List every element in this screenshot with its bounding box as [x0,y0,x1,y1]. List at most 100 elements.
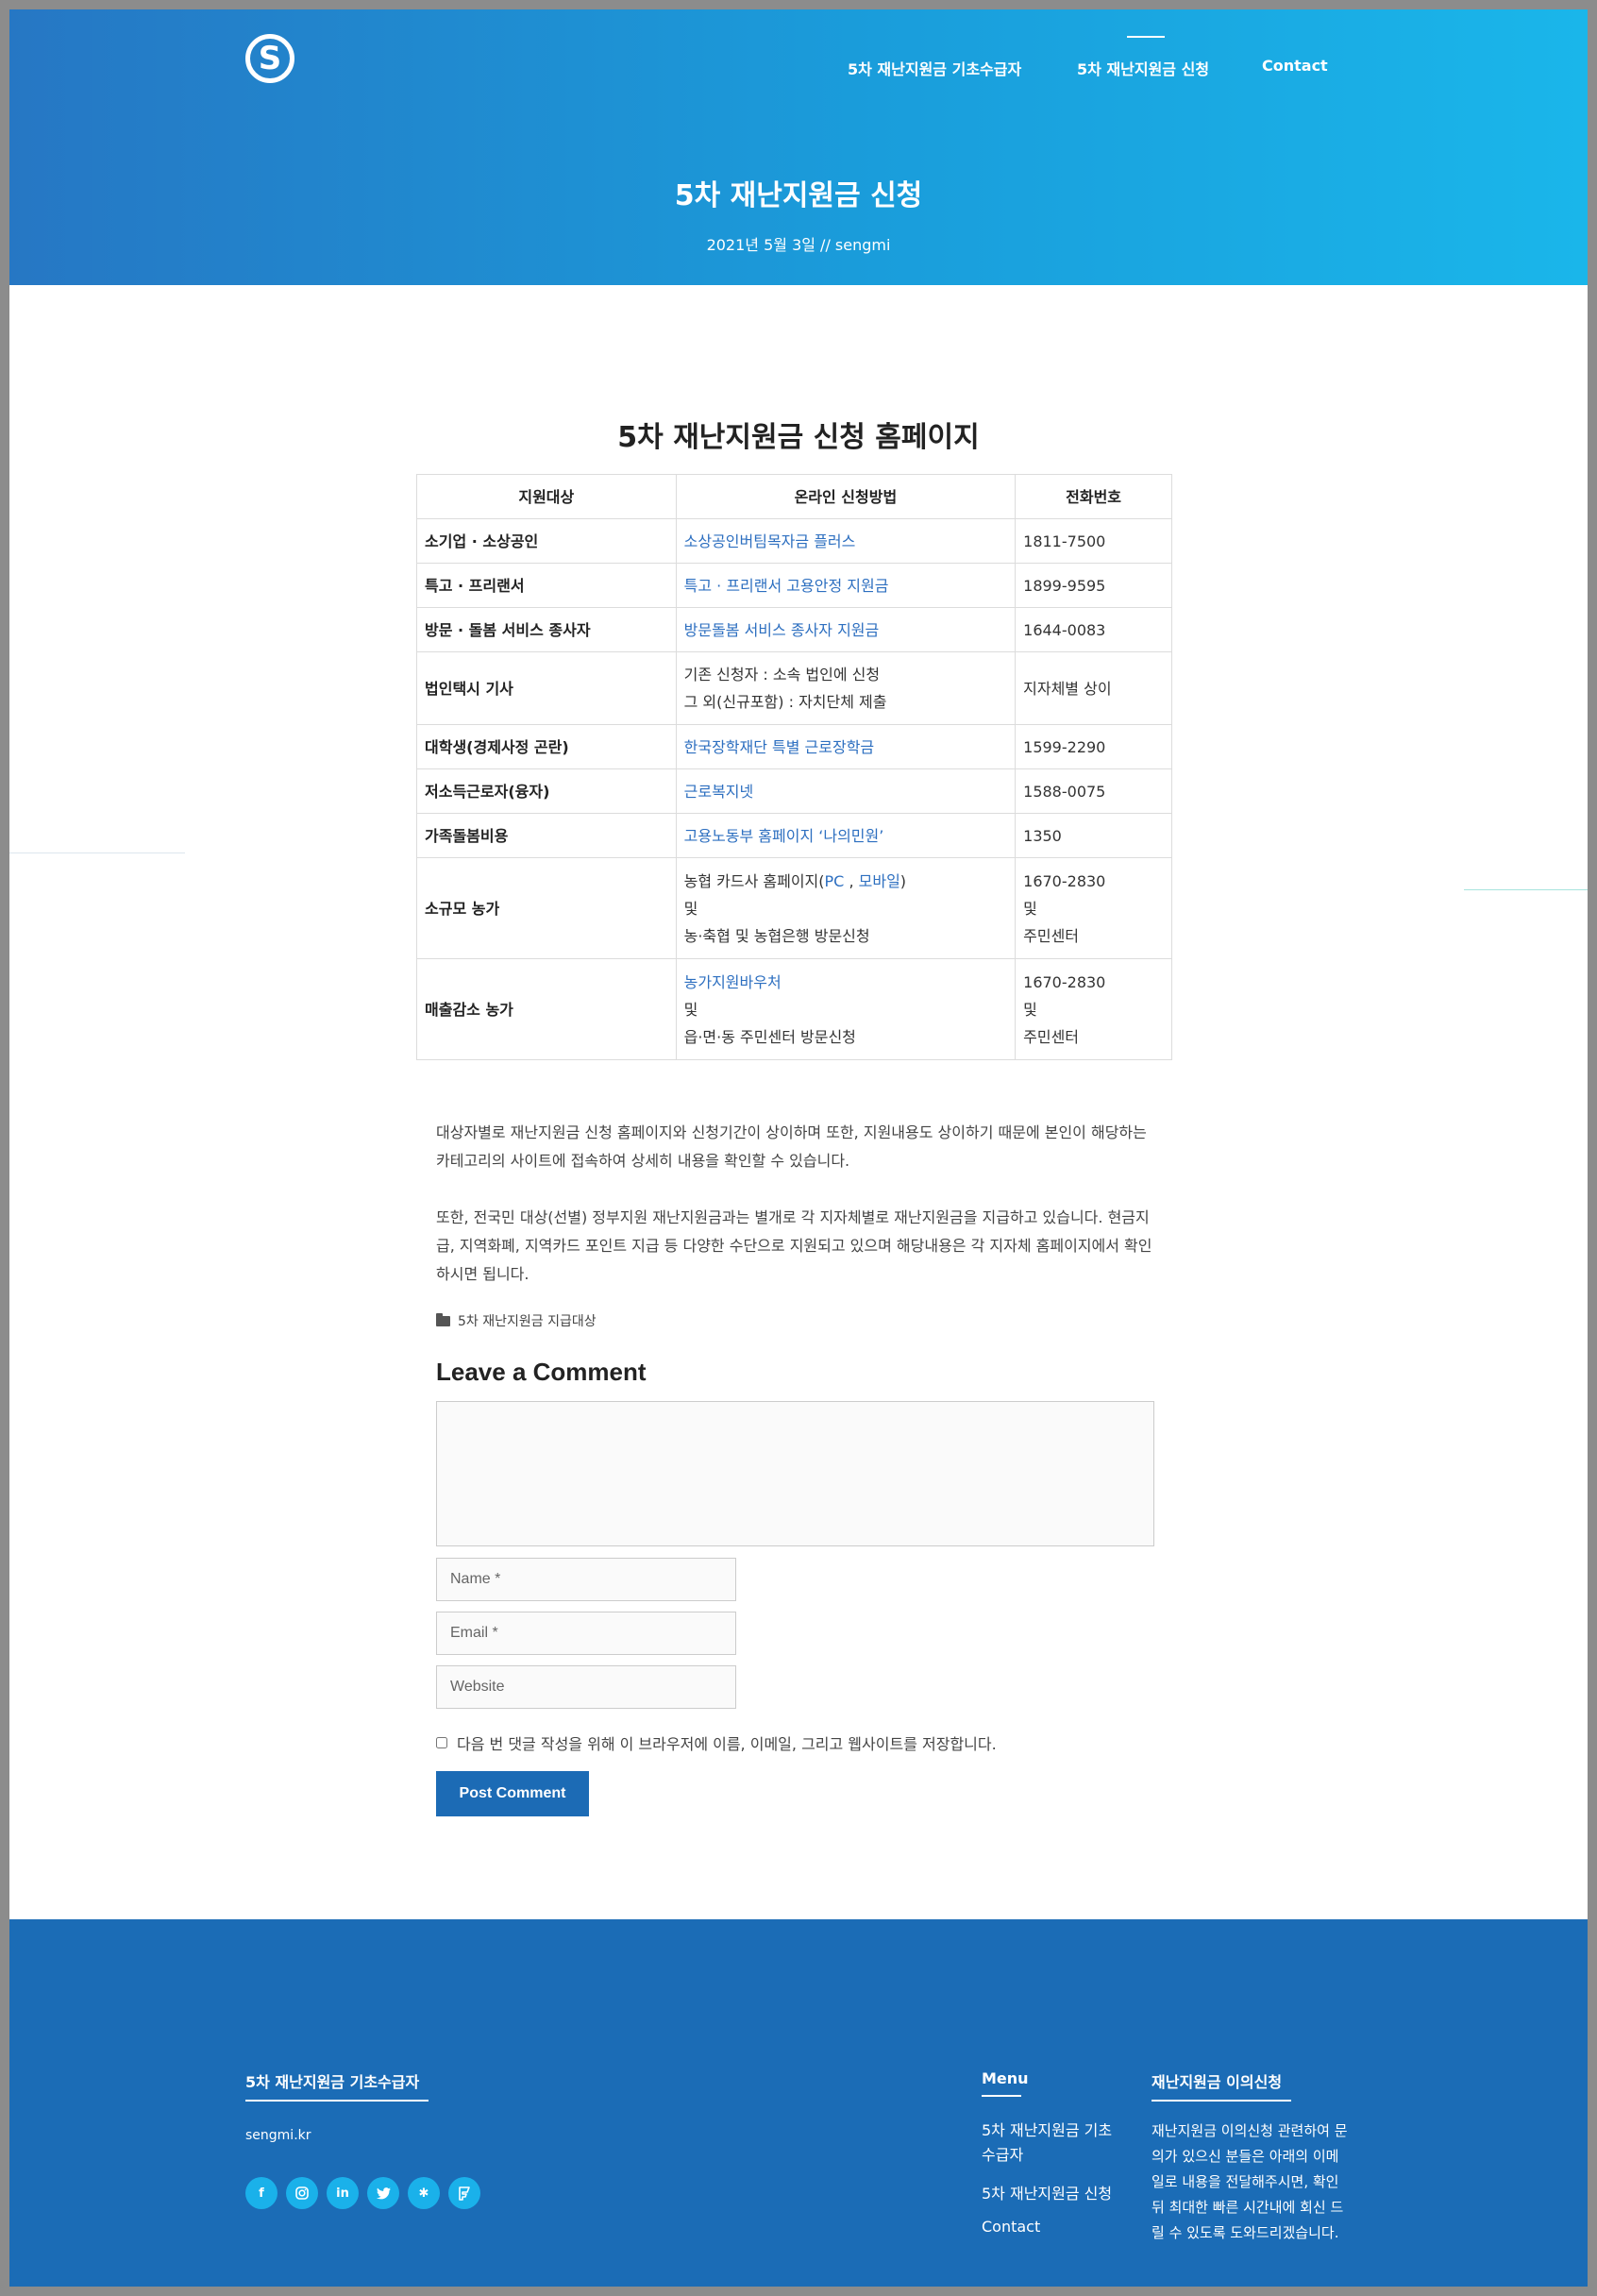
method-line: 농협 카드사 홈페이지(PC , 모바일) [684,868,1008,895]
footer-menu-item[interactable]: 5차 재난지원금 신청 [982,2182,1114,2206]
target-cell: 방문 · 돌봄 서비스 종사자 [416,607,677,652]
target-cell: 가족돌봄비용 [416,813,677,858]
phone-cell: 1588-0075 [1015,768,1172,814]
footer-col3-title-text: 재난지원금 이의신청 [1152,2073,1283,2091]
table-row: 소기업 · 소상공인 소상공인버팀목자금 플러스 1811-7500 [416,518,1172,564]
method-cell: 기존 신청자 : 소속 법인에 신청 그 외(신규포함) : 자치단체 제출 [675,651,1017,725]
footer-col1-title-text: 5차 재난지원금 기초수급자 [245,2073,420,2091]
phone-cell: 1644-0083 [1015,607,1172,652]
method-link[interactable]: 근로복지넷 [684,783,754,801]
nav-item-contact[interactable]: Contact [1262,57,1328,75]
pc-link[interactable]: PC [825,872,845,890]
method-line: 농가지원바우처 [684,969,1008,996]
twitter-icon[interactable] [367,2177,399,2209]
method-cell: 소상공인버팀목자금 플러스 [675,518,1017,564]
support-table: 지원대상 온라인 신청방법 전화번호 소기업 · 소상공인 소상공인버팀목자금 … [416,474,1172,1060]
table-row: 소규모 농가 농협 카드사 홈페이지(PC , 모바일) 및 농·축협 및 농협… [416,857,1172,959]
footer-title-underline [1152,2100,1291,2102]
save-info-row: 다음 번 댓글 작성을 위해 이 브라우저에 이름, 이메일, 그리고 웹사이트… [436,1731,997,1754]
logo-letter: S [258,40,282,77]
method-cell: 특고 · 프리랜서 고용안정 지원금 [675,563,1017,608]
footer-menu-item[interactable]: Contact [982,2215,1114,2239]
method-link[interactable]: 농가지원바우처 [684,973,782,991]
column-header: 온라인 신청방법 [675,474,1017,519]
target-cell: 매출감소 농가 [416,958,677,1060]
comment-textarea[interactable] [436,1401,1154,1546]
footer-menu-title-text: Menu [982,2069,1029,2087]
method-cell: 고용노동부 홈페이지 ‘나의민원’ [675,813,1017,858]
instagram-icon[interactable] [286,2177,318,2209]
footer-about-text: 재난지원금 이의신청 관련하여 문의가 있으신 분들은 아래의 이메일로 내용을… [1152,2122,1348,2241]
body-paragraph: 대상자별로 재난지원금 신청 홈페이지와 신청기간이 상이하며 또한, 지원내용… [436,1123,1147,1170]
table-row: 법인택시 기사 기존 신청자 : 소속 법인에 신청 그 외(신규포함) : 자… [416,651,1172,725]
method-line: 및 [683,1000,698,1019]
footer-col1-title: 5차 재난지원금 기초수급자 [245,2069,429,2102]
phone-cell: 1899-9595 [1015,563,1172,608]
phone-line: 및 [1023,899,1037,918]
phone-line: 주민센터 [1023,1027,1080,1046]
target-cell: 법인택시 기사 [416,651,677,725]
site-header: S 5차 재난지원금 기초수급자 5차 재난지원금 신청 Contact 5차 … [9,9,1588,285]
post-comment-button[interactable]: Post Comment [436,1771,589,1816]
method-cell: 농협 카드사 홈페이지(PC , 모바일) 및 농·축협 및 농협은행 방문신청 [675,857,1017,959]
method-separator: , [844,871,859,890]
phone-line: 1670-2830 [1023,871,1106,890]
method-link[interactable]: 한국장학재단 특별 근로장학금 [684,738,875,756]
table-row: 가족돌봄비용 고용노동부 홈페이지 ‘나의민원’ 1350 [416,813,1172,858]
nav-item-apply[interactable]: 5차 재난지원금 신청 [1077,57,1209,79]
post-title: 5차 재난지원금 신청 [674,179,923,212]
method-text: ) [899,871,907,890]
yelp-icon[interactable]: ✱ [408,2177,440,2209]
linkedin-icon[interactable]: in [327,2177,359,2209]
footer-title-underline [245,2100,429,2102]
comment-heading: Leave a Comment [436,1358,647,1386]
content-heading: 5차 재난지원금 신청 홈페이지 [617,421,980,454]
target-cell: 대학생(경제사정 곤란) [416,724,677,769]
method-link[interactable]: 특고 · 프리랜서 고용안정 지원금 [684,577,889,595]
phone-line: 1670-2830 [1023,972,1106,991]
table-header-row: 지원대상 온라인 신청방법 전화번호 [416,474,1172,519]
method-link[interactable]: 소상공인버팀목자금 플러스 [684,532,856,550]
phone-line: 주민센터 [1023,926,1080,945]
method-line: 그 외(신규포함) : 자치단체 제출 [683,693,887,711]
mobile-link[interactable]: 모바일 [859,872,900,890]
footer-menu-item[interactable]: 5차 재난지원금 기초수급자 [982,2119,1114,2168]
nav-active-indicator [1127,36,1165,38]
target-cell: 특고 · 프리랜서 [416,563,677,608]
phone-cell: 1670-2830 및 주민센터 [1015,958,1172,1060]
save-info-checkbox[interactable] [436,1737,447,1748]
nav-item-basic-recipient[interactable]: 5차 재난지원금 기초수급자 [848,57,1021,79]
phone-cell: 1811-7500 [1015,518,1172,564]
name-field[interactable] [436,1558,736,1601]
method-cell: 방문돌봄 서비스 종사자 지원금 [675,607,1017,652]
column-header: 전화번호 [1015,474,1172,519]
column-header: 지원대상 [416,474,677,519]
social-links: f in ✱ [245,2177,480,2209]
phone-cell: 1670-2830 및 주민센터 [1015,857,1172,959]
method-link[interactable]: 고용노동부 홈페이지 ‘나의민원’ [684,827,884,845]
post-meta: 2021년 5월 3일 // sengmi [706,236,891,254]
method-text: 농협 카드사 홈페이지( [683,871,825,890]
method-line: 기존 신청자 : 소속 법인에 신청 [683,666,881,684]
post-category: 5차 재난지원금 지급대상 [436,1311,597,1330]
foursquare-icon[interactable] [448,2177,480,2209]
target-cell: 소기업 · 소상공인 [416,518,677,564]
site-logo[interactable]: S [245,34,294,83]
phone-cell: 1350 [1015,813,1172,858]
email-field[interactable] [436,1612,736,1655]
category-link[interactable]: 5차 재난지원금 지급대상 [458,1311,597,1330]
phone-cell: 지자체별 상이 [1015,651,1172,725]
target-cell: 소규모 농가 [416,857,677,959]
save-info-label: 다음 번 댓글 작성을 위해 이 브라우저에 이름, 이메일, 그리고 웹사이트… [457,1735,997,1753]
phone-line: 및 [1023,1000,1037,1019]
website-field[interactable] [436,1665,736,1709]
method-cell: 농가지원바우처 및 읍·면·동 주민센터 방문신청 [675,958,1017,1060]
phone-cell: 1599-2290 [1015,724,1172,769]
facebook-icon[interactable]: f [245,2177,277,2209]
page-frame: S 5차 재난지원금 기초수급자 5차 재난지원금 신청 Contact 5차 … [9,9,1588,2287]
method-line: 읍·면·동 주민센터 방문신청 [683,1027,856,1046]
folder-icon [436,1312,450,1326]
method-link[interactable]: 방문돌봄 서비스 종사자 지원금 [684,621,880,639]
method-line: 및 [683,899,698,918]
method-cell: 한국장학재단 특별 근로장학금 [675,724,1017,769]
